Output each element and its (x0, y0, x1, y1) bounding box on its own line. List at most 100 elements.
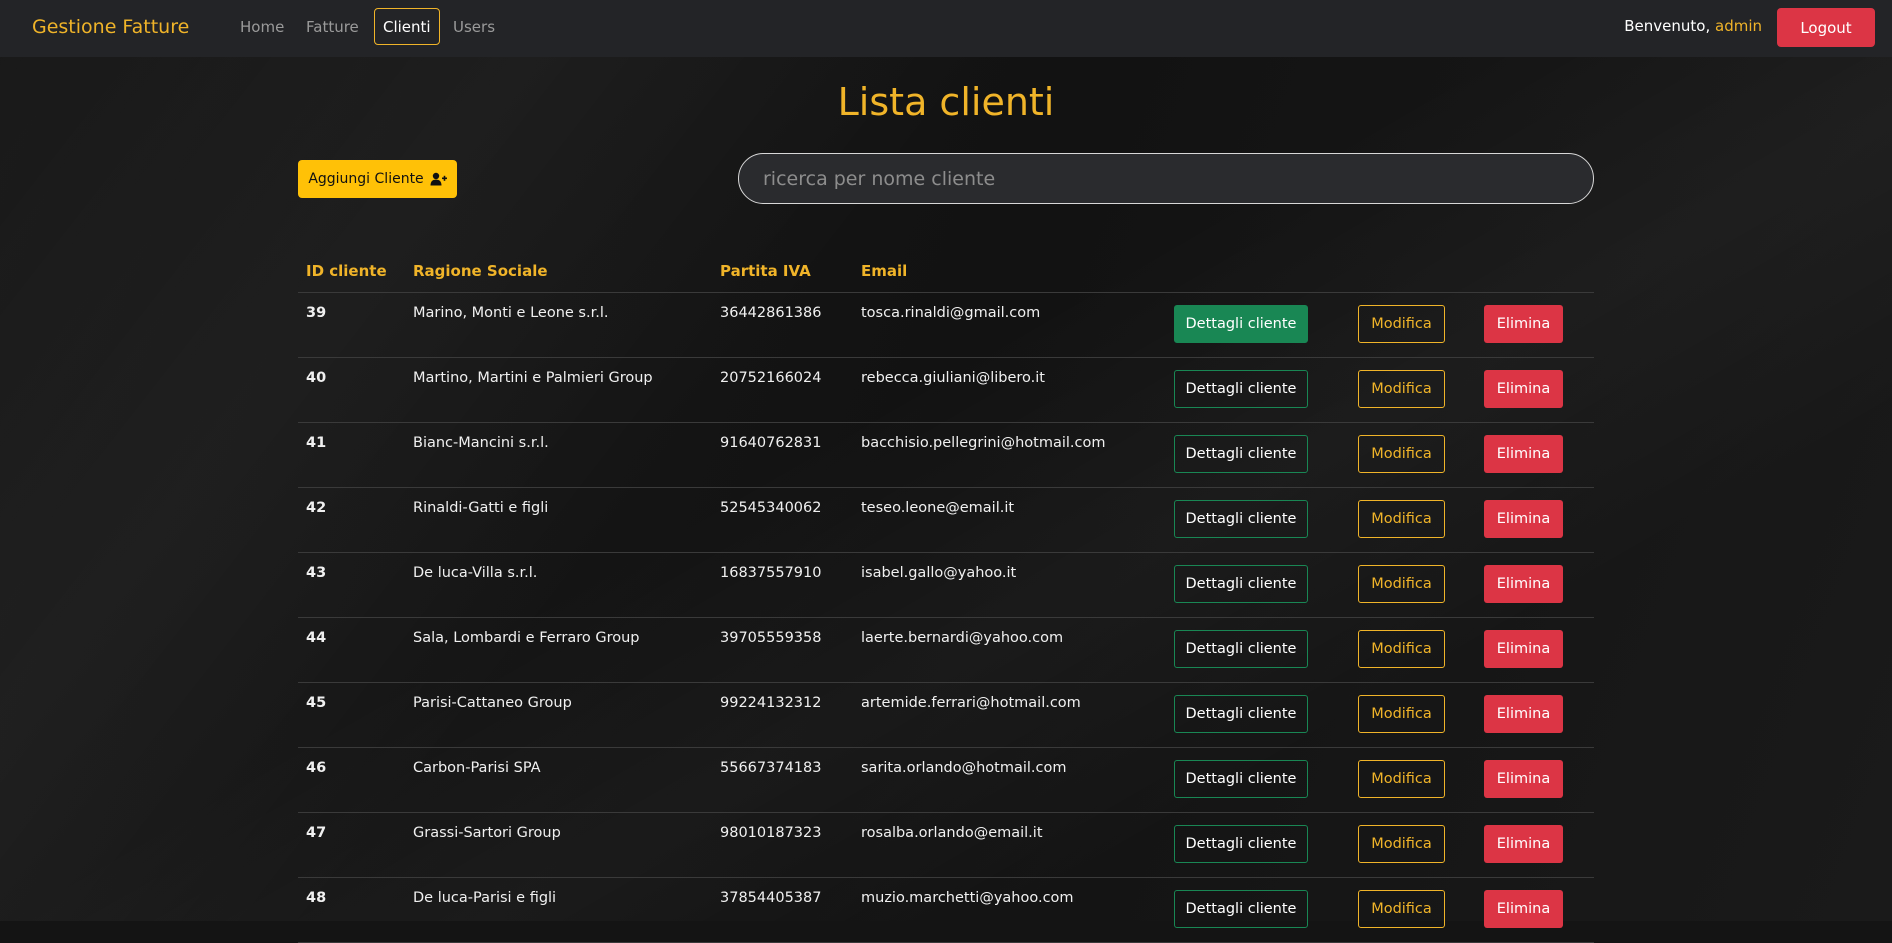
header-ragione-sociale: Ragione Sociale (413, 262, 548, 280)
page-title: Lista clienti (837, 80, 1055, 124)
table-row: 40 Martino, Martini e Palmieri Group 20752… (298, 358, 1594, 423)
edit-button[interactable]: Modifica (1358, 305, 1445, 343)
cell-partita-iva: 98010187323 (720, 825, 822, 841)
cell-id: 41 (306, 435, 327, 451)
navbar: Gestione Fatture Home Fatture Clienti Us… (0, 0, 1892, 57)
delete-button[interactable]: Elimina (1484, 435, 1563, 473)
user-plus-icon (430, 172, 447, 186)
cell-email: rebecca.giuliani@libero.it (861, 370, 1045, 386)
delete-button[interactable]: Elimina (1484, 695, 1563, 733)
edit-button[interactable]: Modifica (1358, 435, 1445, 473)
welcome-message: Benvenuto, admin (1624, 17, 1762, 35)
delete-button[interactable]: Elimina (1484, 500, 1563, 538)
header-partita-iva: Partita IVA (720, 262, 811, 280)
cell-id: 45 (306, 695, 327, 711)
cell-email: teseo.leone@email.it (861, 500, 1015, 516)
details-button[interactable]: Dettagli cliente (1174, 630, 1308, 668)
cell-ragione-sociale: Sala, Lombardi e Ferraro Group (413, 630, 640, 646)
cell-partita-iva: 39705559358 (720, 630, 822, 646)
edit-button[interactable]: Modifica (1358, 630, 1445, 668)
cell-partita-iva: 91640762831 (720, 435, 822, 451)
header-email: Email (861, 262, 908, 280)
delete-button[interactable]: Elimina (1484, 305, 1563, 343)
edit-button[interactable]: Modifica (1358, 500, 1445, 538)
delete-button[interactable]: Elimina (1484, 825, 1563, 863)
delete-button[interactable]: Elimina (1484, 630, 1563, 668)
cell-ragione-sociale: De luca-Villa s.r.l. (413, 565, 538, 581)
details-button[interactable]: Dettagli cliente (1174, 305, 1308, 343)
details-button[interactable]: Dettagli cliente (1174, 760, 1308, 798)
add-client-label: Aggiungi Cliente (308, 171, 424, 187)
delete-button[interactable]: Elimina (1484, 565, 1563, 603)
table-body: 39 Marino, Monti e Leone s.r.l. 3644286138… (298, 293, 1594, 943)
cell-email: laerte.bernardi@yahoo.com (861, 630, 1064, 646)
cell-email: isabel.gallo@yahoo.it (861, 565, 1017, 581)
cell-ragione-sociale: Parisi-Cattaneo Group (413, 695, 572, 711)
edit-button[interactable]: Modifica (1358, 565, 1445, 603)
cell-partita-iva: 55667374183 (720, 760, 822, 776)
cell-ragione-sociale: Grassi-Sartori Group (413, 825, 561, 841)
edit-button[interactable]: Modifica (1358, 695, 1445, 733)
cell-id: 39 (306, 305, 327, 321)
cell-id: 48 (306, 890, 327, 906)
nav-link-home[interactable]: Home (240, 17, 284, 37)
table-row: 43 De luca-Villa s.r.l. 16837557910 isabel.… (298, 553, 1594, 618)
details-button[interactable]: Dettagli cliente (1174, 565, 1308, 603)
cell-ragione-sociale: Bianc-Mancini s.r.l. (413, 435, 549, 451)
details-button[interactable]: Dettagli cliente (1174, 370, 1308, 408)
cell-email: rosalba.orlando@email.it (861, 825, 1043, 841)
cell-email: bacchisio.pellegrini@hotmail.com (861, 435, 1106, 451)
edit-button[interactable]: Modifica (1358, 890, 1445, 928)
cell-email: muzio.marchetti@yahoo.com (861, 890, 1074, 906)
brand-link[interactable]: Gestione Fatture (32, 16, 189, 38)
header-id: ID cliente (306, 262, 387, 280)
table-row: 44 Sala, Lombardi e Ferraro Group 39705559… (298, 618, 1594, 683)
details-button[interactable]: Dettagli cliente (1174, 890, 1308, 928)
cell-partita-iva: 52545340062 (720, 500, 822, 516)
cell-partita-iva: 37854405387 (720, 890, 822, 906)
welcome-label: Benvenuto, (1624, 17, 1711, 35)
cell-partita-iva: 20752166024 (720, 370, 822, 386)
delete-button[interactable]: Elimina (1484, 760, 1563, 798)
cell-id: 42 (306, 500, 327, 516)
edit-button[interactable]: Modifica (1358, 760, 1445, 798)
table-row: 41 Bianc-Mancini s.r.l. 91640762831 bacchis… (298, 423, 1594, 488)
cell-ragione-sociale: Carbon-Parisi SPA (413, 760, 541, 776)
edit-button[interactable]: Modifica (1358, 825, 1445, 863)
clients-table: ID cliente Ragione Sociale Partita IVA E… (298, 256, 1594, 943)
details-button[interactable]: Dettagli cliente (1174, 500, 1308, 538)
cell-partita-iva: 16837557910 (720, 565, 822, 581)
cell-partita-iva: 36442861386 (720, 305, 822, 321)
cell-ragione-sociale: Martino, Martini e Palmieri Group (413, 370, 653, 386)
logout-button[interactable]: Logout (1777, 8, 1875, 47)
search-input[interactable] (738, 153, 1594, 204)
table-row: 42 Rinaldi-Gatti e figli 52545340062 teseo.… (298, 488, 1594, 553)
details-button[interactable]: Dettagli cliente (1174, 435, 1308, 473)
cell-id: 43 (306, 565, 327, 581)
cell-email: tosca.rinaldi@gmail.com (861, 305, 1041, 321)
details-button[interactable]: Dettagli cliente (1174, 825, 1308, 863)
table-row: 39 Marino, Monti e Leone s.r.l. 3644286138… (298, 293, 1594, 358)
cell-ragione-sociale: Marino, Monti e Leone s.r.l. (413, 305, 609, 321)
table-row: 45 Parisi-Cattaneo Group 99224132312 artemi… (298, 683, 1594, 748)
delete-button[interactable]: Elimina (1484, 370, 1563, 408)
main-content: Lista clienti Aggiungi Cliente ID client… (0, 0, 1892, 943)
table-row: 47 Grassi-Sartori Group 98010187323 rosalba… (298, 813, 1594, 878)
delete-button[interactable]: Elimina (1484, 890, 1563, 928)
add-client-button[interactable]: Aggiungi Cliente (298, 160, 457, 198)
nav-link-users[interactable]: Users (453, 17, 495, 37)
cell-email: sarita.orlando@hotmail.com (861, 760, 1067, 776)
nav-link-fatture[interactable]: Fatture (306, 17, 359, 37)
cell-id: 47 (306, 825, 327, 841)
cell-ragione-sociale: De luca-Parisi e figli (413, 890, 557, 906)
details-button[interactable]: Dettagli cliente (1174, 695, 1308, 733)
cell-id: 40 (306, 370, 327, 386)
username: admin (1715, 17, 1762, 35)
edit-button[interactable]: Modifica (1358, 370, 1445, 408)
cell-id: 46 (306, 760, 327, 776)
cell-email: artemide.ferrari@hotmail.com (861, 695, 1081, 711)
cell-ragione-sociale: Rinaldi-Gatti e figli (413, 500, 549, 516)
cell-id: 44 (306, 630, 327, 646)
nav-link-clienti[interactable]: Clienti (374, 8, 440, 45)
cell-partita-iva: 99224132312 (720, 695, 822, 711)
